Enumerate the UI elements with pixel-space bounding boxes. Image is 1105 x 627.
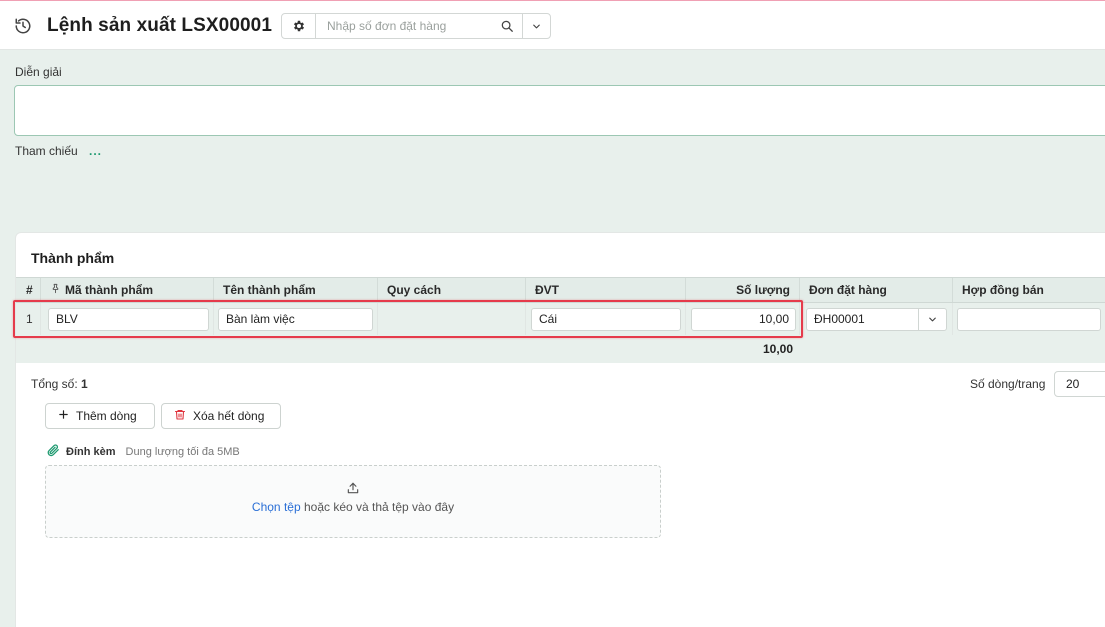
add-row-button[interactable]: Thêm dòng [45, 403, 155, 429]
col-quantity[interactable]: Số lượng [686, 278, 800, 302]
sales-contract-input[interactable] [957, 308, 1101, 331]
upload-icon [346, 481, 360, 498]
paperclip-icon [46, 443, 60, 460]
delete-all-rows-label: Xóa hết dòng [193, 409, 265, 423]
section-title: Thành phẩm [31, 250, 115, 266]
trash-icon [174, 408, 186, 424]
col-unit[interactable]: ĐVT [526, 278, 686, 302]
col-spec[interactable]: Quy cách [378, 278, 526, 302]
dropzone-text: Chọn tệp hoặc kéo và thả tệp vào đây [46, 500, 660, 514]
products-card: Thành phẩm # Mã thành phẩm Tên thành phẩ… [15, 232, 1105, 627]
order-search-input[interactable] [316, 14, 492, 38]
choose-file-link[interactable]: Chọn tệp [252, 500, 301, 514]
add-row-label: Thêm dòng [76, 409, 137, 423]
attachments-limit-hint: Dung lượng tối đa 5MB [125, 445, 240, 458]
quantity-total: 10,00 [762, 342, 793, 356]
pin-icon[interactable] [50, 278, 61, 302]
attachments-header: Đính kèm Dung lượng tối đa 5MB [46, 443, 240, 460]
plus-icon [58, 409, 69, 423]
col-sales-order[interactable]: Đơn đặt hàng [800, 278, 953, 302]
sales-order-combo[interactable]: ĐH00001 [806, 308, 947, 331]
chevron-down-icon[interactable] [918, 309, 946, 330]
sales-order-value: ĐH00001 [814, 312, 865, 326]
total-count: Tổng số: 1 [31, 377, 88, 391]
summary-row: 10,00 [16, 335, 1105, 363]
description-label: Diễn giải [15, 65, 62, 79]
order-search-group [281, 13, 551, 39]
history-icon[interactable] [13, 16, 33, 36]
top-bar: Lệnh sản xuất LSX00001 [0, 0, 1105, 50]
reference-label: Tham chiếu [15, 144, 78, 158]
col-index: # [16, 278, 41, 302]
description-field[interactable] [14, 85, 1105, 136]
rows-per-page-label: Số dòng/trang [970, 377, 1046, 391]
col-sales-contract[interactable]: Hợp đồng bán [953, 278, 1105, 302]
chevron-down-icon[interactable] [522, 14, 550, 38]
delete-all-rows-button[interactable]: Xóa hết dòng [161, 403, 281, 429]
row-highlight [13, 300, 803, 338]
col-product-code-label: Mã thành phẩm [65, 283, 154, 297]
reference-link[interactable]: ... [89, 144, 102, 158]
cell-sales-contract [953, 303, 1105, 335]
col-product-code[interactable]: Mã thành phẩm [41, 278, 214, 302]
col-product-name[interactable]: Tên thành phẩm [214, 278, 378, 302]
cell-sales-order: ĐH00001 [800, 303, 953, 335]
search-icon[interactable] [492, 14, 522, 38]
gear-icon[interactable] [282, 14, 316, 38]
page-title: Lệnh sản xuất LSX00001 [47, 15, 273, 36]
total-value: 1 [81, 377, 88, 391]
rows-per-page-select[interactable]: 20 [1054, 371, 1105, 397]
file-dropzone[interactable]: Chọn tệp hoặc kéo và thả tệp vào đây [45, 465, 661, 538]
drop-hint: hoặc kéo và thả tệp vào đây [303, 500, 455, 514]
total-label: Tổng số: [31, 377, 78, 391]
attachments-label: Đính kèm [66, 445, 116, 458]
